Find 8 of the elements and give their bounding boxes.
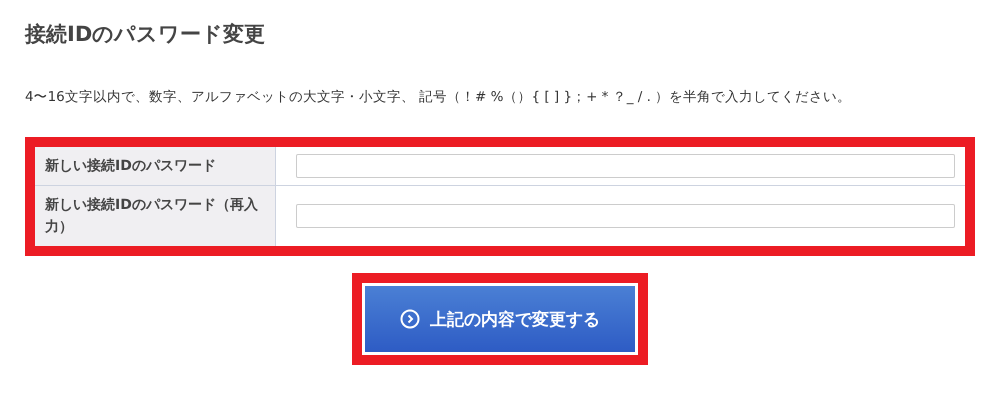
page-title: 接続IDのパスワード変更 xyxy=(25,21,266,48)
chevron-circle-icon xyxy=(400,309,420,329)
password-field[interactable] xyxy=(296,204,955,228)
submit-button[interactable]: 上記の内容で変更する xyxy=(363,284,637,354)
field-label: 新しい接続IDのパスワード（再入力） xyxy=(35,186,276,246)
field-label: 新しい接続IDのパスワード xyxy=(35,147,276,186)
instruction-text: 4〜16文字以内で、数字、アルファベットの大文字・小文字、 記号（！# %（）{ [ ] }；+ * ？_ / . ）を半角で入力してください。 xyxy=(25,88,852,107)
password-field[interactable] xyxy=(296,154,955,178)
